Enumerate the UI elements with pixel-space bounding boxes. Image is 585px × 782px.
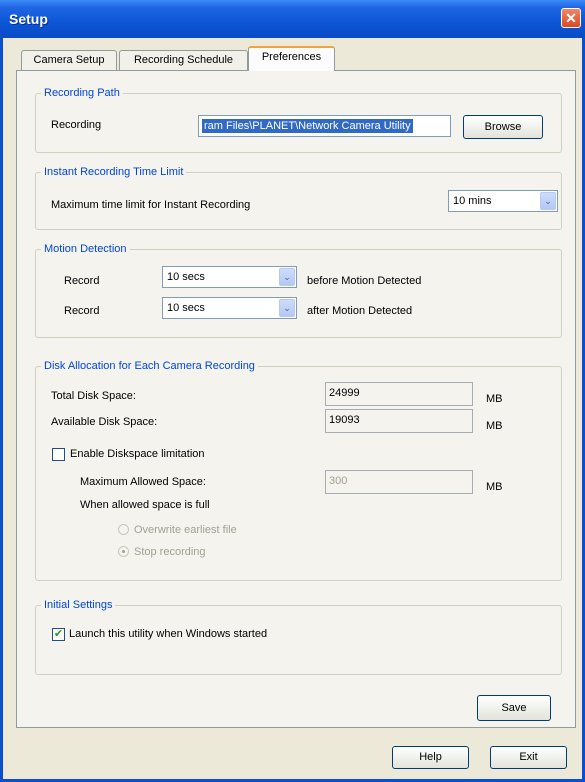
disk-allocation-group: Disk Allocation for Each Camera Recordin… bbox=[35, 360, 562, 581]
chevron-down-icon[interactable]: ⌄ bbox=[279, 268, 295, 286]
overwrite-radio bbox=[118, 524, 129, 535]
max-allowed-unit: MB bbox=[486, 481, 503, 493]
tab-recording-schedule[interactable]: Recording Schedule bbox=[119, 50, 248, 70]
max-allowed-field: 300 bbox=[325, 470, 473, 494]
chevron-down-icon[interactable]: ⌄ bbox=[279, 299, 295, 317]
close-button[interactable]: ✕ bbox=[561, 8, 581, 28]
motion-detection-legend: Motion Detection bbox=[41, 243, 130, 256]
preferences-panel: Recording Path Recording ram Files\PLANE… bbox=[16, 70, 576, 728]
help-button[interactable]: Help bbox=[392, 746, 469, 769]
browse-button[interactable]: Browse bbox=[463, 115, 543, 139]
available-disk-unit: MB bbox=[486, 420, 503, 432]
setup-dialog: Setup ✕ Camera Setup Recording Schedule … bbox=[0, 0, 585, 782]
exit-button[interactable]: Exit bbox=[490, 746, 567, 769]
save-button[interactable]: Save bbox=[477, 695, 551, 721]
instant-recording-legend: Instant Recording Time Limit bbox=[41, 166, 187, 179]
available-disk-field: 19093 bbox=[325, 409, 473, 433]
instant-limit-value: 10 mins bbox=[453, 195, 492, 207]
window-title: Setup bbox=[9, 11, 48, 27]
initial-settings-legend: Initial Settings bbox=[41, 599, 116, 612]
stop-recording-label: Stop recording bbox=[134, 546, 206, 558]
max-allowed-label: Maximum Allowed Space: bbox=[80, 476, 206, 488]
when-full-label: When allowed space is full bbox=[80, 499, 210, 511]
recording-label: Recording bbox=[51, 119, 102, 131]
instant-recording-group: Instant Recording Time Limit Maximum tim… bbox=[35, 166, 562, 230]
motion-after-select[interactable]: 10 secs ⌄ bbox=[162, 297, 297, 319]
enable-limit-label[interactable]: Enable Diskspace limitation bbox=[70, 447, 205, 461]
enable-limit-checkbox[interactable] bbox=[52, 448, 65, 461]
initial-settings-group: Initial Settings ✔ Launch this utility w… bbox=[35, 599, 562, 675]
motion-after-suffix: after Motion Detected bbox=[307, 305, 413, 317]
total-disk-unit: MB bbox=[486, 393, 503, 405]
motion-before-select[interactable]: 10 secs ⌄ bbox=[162, 266, 297, 288]
recording-path-legend: Recording Path bbox=[41, 87, 123, 100]
instant-limit-label: Maximum time limit for Instant Recording bbox=[51, 199, 251, 211]
total-disk-field: 24999 bbox=[325, 382, 473, 406]
motion-before-label: Record bbox=[64, 275, 100, 287]
title-bar[interactable]: Setup ✕ bbox=[0, 0, 585, 38]
chevron-down-icon[interactable]: ⌄ bbox=[540, 192, 556, 210]
total-disk-label: Total Disk Space: bbox=[51, 390, 136, 402]
motion-before-value: 10 secs bbox=[167, 271, 205, 283]
launch-label[interactable]: Launch this utility when Windows started bbox=[69, 627, 267, 641]
recording-path-value: ram Files\PLANET\Network Camera Utility bbox=[202, 119, 413, 133]
recording-path-group: Recording Path Recording ram Files\PLANE… bbox=[35, 87, 562, 153]
motion-after-value: 10 secs bbox=[167, 302, 205, 314]
instant-limit-select[interactable]: 10 mins ⌄ bbox=[448, 190, 558, 212]
tab-camera-setup[interactable]: Camera Setup bbox=[21, 50, 117, 70]
recording-path-field[interactable]: ram Files\PLANET\Network Camera Utility bbox=[198, 115, 451, 137]
overwrite-label: Overwrite earliest file bbox=[134, 524, 237, 536]
motion-after-label: Record bbox=[64, 305, 100, 317]
launch-checkbox[interactable]: ✔ bbox=[52, 628, 65, 641]
disk-allocation-legend: Disk Allocation for Each Camera Recordin… bbox=[41, 360, 258, 373]
motion-before-suffix: before Motion Detected bbox=[307, 275, 422, 287]
stop-recording-radio bbox=[118, 546, 129, 557]
tab-preferences[interactable]: Preferences bbox=[248, 46, 335, 71]
motion-detection-group: Motion Detection Record 10 secs ⌄ before… bbox=[35, 243, 562, 338]
available-disk-label: Available Disk Space: bbox=[51, 416, 158, 428]
